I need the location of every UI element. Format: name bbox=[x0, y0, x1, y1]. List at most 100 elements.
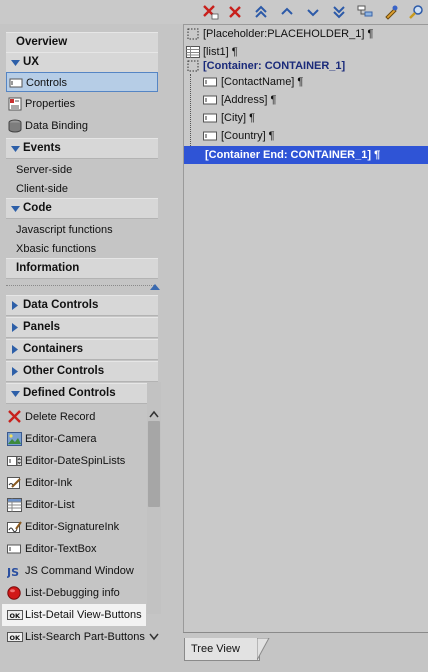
tree-node-label: [Address] ¶ bbox=[221, 94, 277, 106]
category-other-controls[interactable]: Other Controls bbox=[6, 361, 158, 382]
defined-control-list-detail-view-buttons[interactable]: OK List-Detail View-Buttons bbox=[2, 604, 146, 626]
nav-category-ux[interactable]: UX bbox=[6, 52, 158, 73]
collapse-triangle-icon[interactable] bbox=[10, 199, 20, 218]
tree-node-label: [Placeholder:PLACEHOLDER_1] ¶ bbox=[203, 28, 374, 40]
nav-overview[interactable]: Overview bbox=[6, 32, 158, 53]
defined-control-editor-ink[interactable]: Editor-Ink bbox=[6, 472, 146, 494]
move-top-icon[interactable] bbox=[250, 2, 272, 22]
defined-control-js-command-window[interactable]: JS JS Command Window bbox=[6, 560, 146, 582]
defined-control-list-debugging-info[interactable]: List-Debugging info bbox=[6, 582, 146, 604]
collapse-triangle-icon[interactable] bbox=[10, 139, 20, 158]
find-icon[interactable] bbox=[405, 2, 427, 22]
textbox-icon bbox=[7, 542, 22, 556]
nav-item-label: Xbasic functions bbox=[16, 243, 97, 255]
move-down-icon[interactable] bbox=[302, 2, 324, 22]
tab-label: Tree View bbox=[191, 643, 240, 655]
category-label: Defined Controls bbox=[23, 387, 116, 399]
nav-category-events-label: Events bbox=[23, 142, 61, 154]
tree-node-country[interactable]: [Country] ¶ bbox=[184, 127, 428, 145]
nav-item-properties[interactable]: Properties bbox=[6, 94, 158, 114]
nav-item-label: Properties bbox=[25, 98, 76, 110]
defined-control-list-search-part-buttons[interactable]: OK List-Search Part-Buttons bbox=[6, 626, 146, 648]
category-containers[interactable]: Containers bbox=[6, 339, 158, 360]
category-label: Containers bbox=[23, 343, 84, 355]
nav-item-controls[interactable]: Controls bbox=[6, 72, 158, 92]
defined-control-delete-record[interactable]: Delete Record bbox=[6, 406, 146, 428]
edit-pencil-icon[interactable] bbox=[380, 2, 402, 22]
delete-x-icon[interactable] bbox=[224, 2, 246, 22]
tree-node-address[interactable]: [Address] ¶ bbox=[184, 91, 428, 109]
delete-red-x-icon[interactable] bbox=[199, 2, 221, 22]
nav-category-ux-label: UX bbox=[23, 56, 39, 68]
move-up-icon[interactable] bbox=[276, 2, 298, 22]
expand-triangle-icon[interactable] bbox=[10, 362, 20, 381]
scrollbar-thumb[interactable] bbox=[148, 421, 160, 507]
category-defined-controls[interactable]: Defined Controls bbox=[6, 383, 158, 404]
debug-red-circle-icon bbox=[7, 586, 22, 600]
category-label: Panels bbox=[23, 321, 61, 333]
nav-item-xbasic-functions[interactable]: Xbasic functions bbox=[6, 239, 158, 259]
nav-item-server-side[interactable]: Server-side bbox=[6, 160, 158, 180]
date-spin-icon bbox=[7, 454, 22, 468]
nav-information[interactable]: Information bbox=[6, 258, 158, 279]
tree-node-placeholder[interactable]: [Placeholder:PLACEHOLDER_1] ¶ bbox=[184, 25, 428, 43]
defined-control-label: JS Command Window bbox=[25, 565, 134, 577]
defined-control-editor-datespinlists[interactable]: Editor-DateSpinLists bbox=[6, 450, 146, 472]
svg-text:OK: OK bbox=[10, 612, 22, 620]
tree-node-label: [ContactName] ¶ bbox=[221, 76, 304, 88]
js-icon: JS bbox=[6, 564, 22, 579]
defined-control-label: Editor-DateSpinLists bbox=[25, 455, 126, 467]
camera-image-icon bbox=[7, 432, 22, 446]
database-icon bbox=[8, 119, 22, 133]
ok-button-icon: OK bbox=[7, 630, 23, 644]
defined-control-editor-signatureink[interactable]: Editor-SignatureInk bbox=[6, 516, 146, 538]
textbox-icon bbox=[203, 76, 217, 88]
category-label: Data Controls bbox=[23, 299, 99, 311]
defined-control-label: Editor-Camera bbox=[25, 433, 97, 445]
list-grid-icon bbox=[7, 498, 22, 512]
category-data-controls[interactable]: Data Controls bbox=[6, 295, 158, 316]
defined-control-label: Editor-List bbox=[25, 499, 75, 511]
defined-control-editor-camera[interactable]: Editor-Camera bbox=[6, 428, 146, 450]
nav-item-client-side[interactable]: Client-side bbox=[6, 179, 158, 199]
tree-node-container-end[interactable]: [Container End: CONTAINER_1] ¶ bbox=[184, 146, 428, 164]
ink-pen-icon bbox=[7, 476, 22, 490]
ok-button-icon: OK bbox=[7, 608, 23, 622]
tab-slant-edge bbox=[257, 638, 270, 661]
properties-icon bbox=[8, 97, 22, 111]
nav-overview-label: Overview bbox=[16, 36, 68, 48]
expand-triangle-icon[interactable] bbox=[10, 296, 20, 315]
scroll-down-chevron-icon[interactable] bbox=[149, 632, 159, 644]
move-bottom-icon[interactable] bbox=[328, 2, 350, 22]
nav-item-javascript-functions[interactable]: Javascript functions bbox=[6, 220, 158, 240]
defined-control-editor-list[interactable]: Editor-List bbox=[6, 494, 146, 516]
nav-information-label: Information bbox=[16, 262, 80, 274]
tree-node-city[interactable]: [City] ¶ bbox=[184, 109, 428, 127]
tree-node-contactname[interactable]: [ContactName] ¶ bbox=[184, 73, 428, 91]
defined-control-editor-textbox[interactable]: Editor-TextBox bbox=[6, 538, 146, 560]
svg-text:OK: OK bbox=[10, 634, 22, 642]
defined-control-label: Delete Record bbox=[25, 411, 96, 423]
expand-triangle-icon[interactable] bbox=[10, 340, 20, 359]
category-panels[interactable]: Panels bbox=[6, 317, 158, 338]
textbox-icon bbox=[203, 130, 217, 142]
nav-category-events[interactable]: Events bbox=[6, 138, 158, 159]
collapse-up-arrow-icon[interactable] bbox=[150, 281, 160, 293]
tree-node-label: [Container End: CONTAINER_1] ¶ bbox=[205, 149, 381, 161]
collapse-triangle-icon[interactable] bbox=[10, 384, 20, 403]
defined-control-label: Editor-TextBox bbox=[25, 543, 97, 555]
tree-node-label: [City] ¶ bbox=[221, 112, 256, 124]
tab-tree-view[interactable]: Tree View bbox=[184, 638, 260, 661]
signature-pen-icon bbox=[7, 520, 22, 534]
scroll-up-chevron-icon[interactable] bbox=[149, 409, 159, 421]
nav-item-label: Server-side bbox=[16, 164, 73, 176]
controls-icon bbox=[9, 76, 23, 90]
nav-category-code[interactable]: Code bbox=[6, 198, 158, 219]
nav-item-label: Controls bbox=[26, 77, 67, 89]
tree-options-icon[interactable] bbox=[354, 2, 376, 22]
collapse-triangle-icon[interactable] bbox=[10, 53, 20, 72]
panel-divider bbox=[6, 285, 156, 286]
expand-triangle-icon[interactable] bbox=[10, 318, 20, 337]
delete-x-icon bbox=[7, 410, 22, 424]
nav-item-data-binding[interactable]: Data Binding bbox=[6, 116, 158, 136]
